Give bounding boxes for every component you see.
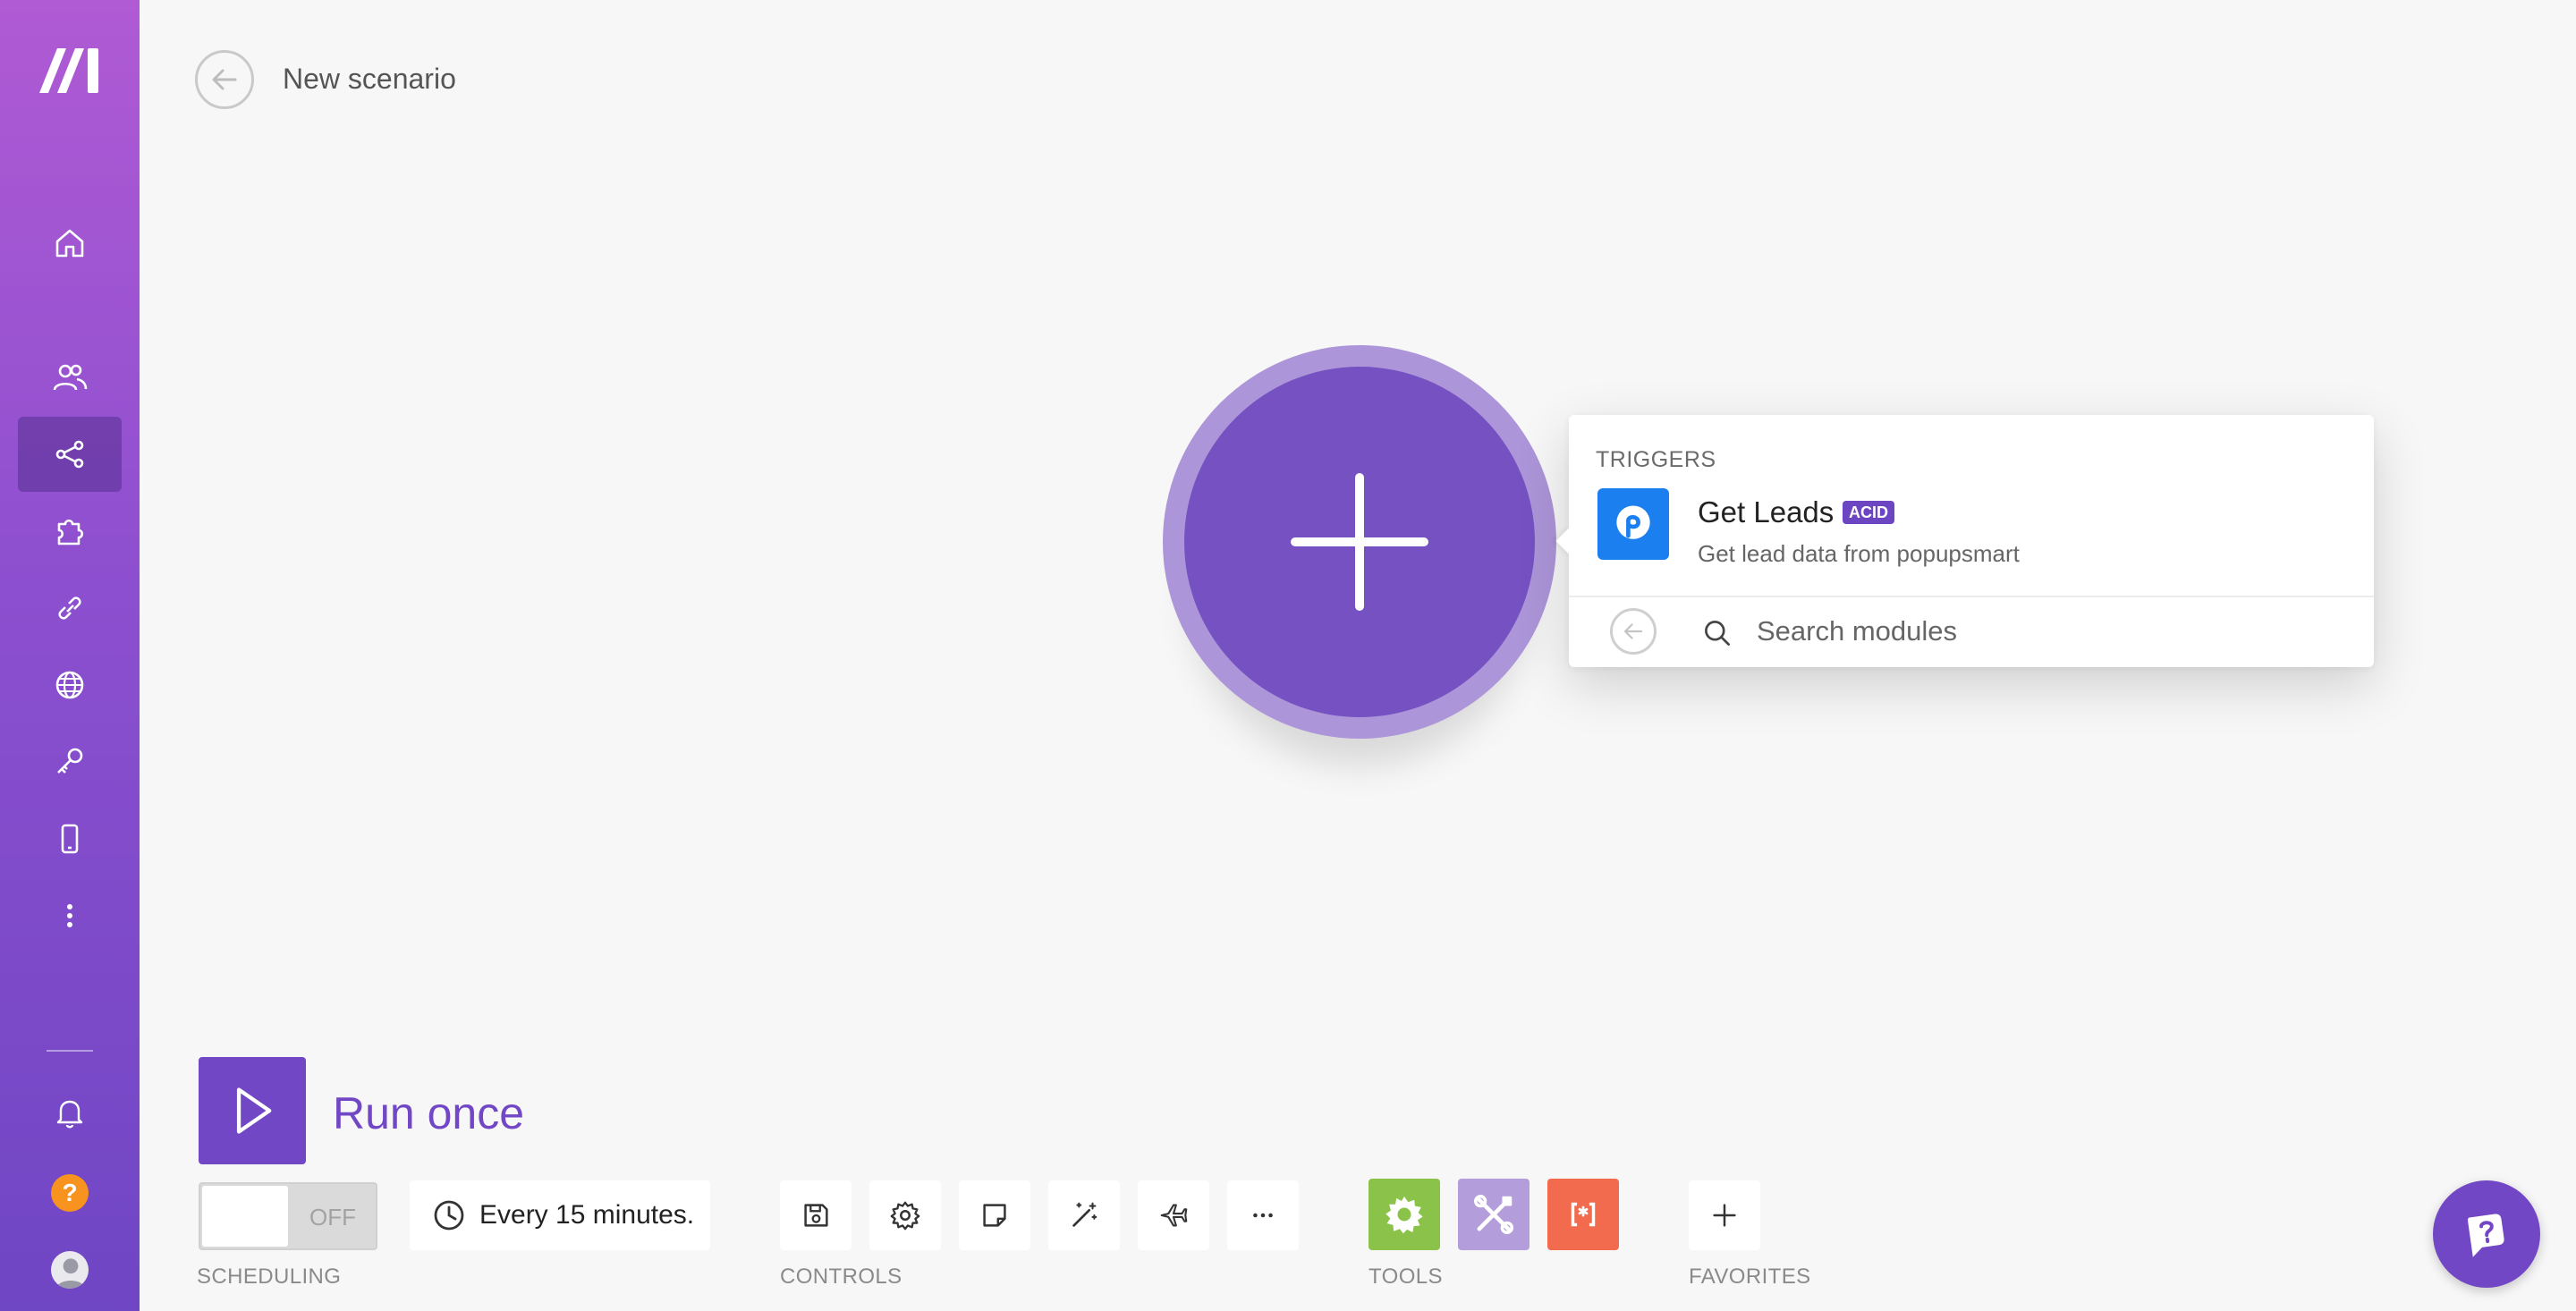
tool-text-parser[interactable] [1547, 1179, 1619, 1250]
scenario-settings-button[interactable] [869, 1180, 941, 1250]
controls-label: CONTROLS [780, 1264, 902, 1289]
module-circle [1184, 367, 1535, 717]
scenario-title[interactable]: New scenario [283, 63, 456, 96]
sidebar-item-webhooks[interactable] [18, 647, 122, 723]
acid-badge: ACID [1843, 501, 1894, 524]
home-icon [55, 229, 84, 258]
chat-support-button[interactable] [2433, 1180, 2540, 1288]
trigger-description: Get lead data from popupsmart [1698, 540, 2020, 567]
add-favorite-button[interactable] [1689, 1180, 1760, 1250]
toggle-state-label: OFF [309, 1204, 356, 1231]
more-controls-button[interactable] [1227, 1180, 1299, 1250]
run-once-button[interactable] [199, 1057, 306, 1164]
sidebar-item-connections[interactable] [18, 571, 122, 646]
gear-icon [1385, 1197, 1423, 1234]
notes-button[interactable] [959, 1180, 1030, 1250]
add-module-button[interactable] [1163, 345, 1556, 739]
tools-label: TOOLS [1368, 1264, 1443, 1289]
plus-icon [1291, 473, 1428, 611]
sidebar-item-scenarios[interactable] [18, 417, 122, 492]
section-heading: TRIGGERS [1596, 447, 1716, 472]
text-parser-icon [1571, 1202, 1596, 1227]
save-icon [804, 1204, 828, 1227]
notes-icon [983, 1204, 1006, 1227]
tool-tools[interactable] [1458, 1179, 1530, 1250]
globe-icon [55, 671, 84, 699]
user-avatar [51, 1251, 89, 1289]
popup-divider [1569, 596, 2374, 597]
back-button[interactable] [195, 50, 254, 109]
more-icon [1253, 1213, 1273, 1218]
key-icon [57, 748, 83, 774]
airplane-icon [1160, 1204, 1188, 1227]
popupsmart-icon [1597, 488, 1669, 560]
chat-icon [2468, 1214, 2504, 1257]
sidebar-divider [47, 1050, 93, 1052]
sidebar-item-notifications[interactable] [18, 1075, 122, 1150]
sidebar-item-help[interactable]: ? [18, 1155, 122, 1231]
auto-align-button[interactable] [1048, 1180, 1120, 1250]
explain-flow-button[interactable] [1138, 1180, 1209, 1250]
settings-icon [890, 1201, 920, 1231]
magic-wand-icon [1072, 1202, 1097, 1227]
play-icon [236, 1087, 272, 1134]
share-icon [55, 440, 84, 469]
toggle-knob [202, 1186, 288, 1247]
users-icon [53, 364, 88, 391]
search-modules-input[interactable] [1757, 612, 2347, 651]
tools-icon [1473, 1194, 1514, 1235]
trigger-name: Get Leads [1698, 495, 1835, 529]
trigger-item-get-leads[interactable]: Get Leads ACID Get lead data from popups… [1569, 488, 2374, 578]
sidebar-item-team[interactable] [18, 340, 122, 415]
more-vertical-icon [67, 904, 72, 927]
module-picker-popup: TRIGGERS Get Leads ACID Get lead data fr… [1555, 415, 2374, 667]
sidebar-item-home[interactable] [18, 206, 122, 281]
make-logo[interactable] [36, 43, 104, 97]
popup-back-button[interactable] [1610, 608, 1657, 655]
sidebar-item-devices[interactable] [18, 801, 122, 876]
schedule-text: Every 15 minutes. [479, 1200, 695, 1230]
favorites-label: FAVORITES [1689, 1264, 1811, 1289]
mobile-icon [61, 824, 79, 854]
help-icon: ? [51, 1174, 89, 1212]
sidebar-item-keys[interactable] [18, 724, 122, 799]
link-icon [58, 596, 81, 620]
sidebar: ? [0, 0, 140, 1311]
arrow-left-icon [1623, 623, 1643, 639]
scheduling-label: SCHEDULING [197, 1264, 342, 1289]
plus-icon [1713, 1204, 1736, 1227]
tool-flow-control[interactable] [1368, 1179, 1440, 1250]
run-once-label[interactable]: Run once [333, 1087, 524, 1139]
sidebar-item-more[interactable] [18, 878, 122, 953]
schedule-button[interactable]: Every 15 minutes. [410, 1180, 710, 1250]
clock-icon [434, 1200, 464, 1231]
scheduling-toggle[interactable]: OFF [199, 1182, 377, 1250]
sidebar-item-templates[interactable] [18, 494, 122, 569]
puzzle-icon [57, 519, 84, 546]
arrow-left-icon [212, 69, 237, 90]
bell-icon [56, 1100, 83, 1129]
save-button[interactable] [780, 1180, 852, 1250]
sidebar-item-profile[interactable] [18, 1232, 122, 1307]
search-icon [1701, 617, 1733, 649]
